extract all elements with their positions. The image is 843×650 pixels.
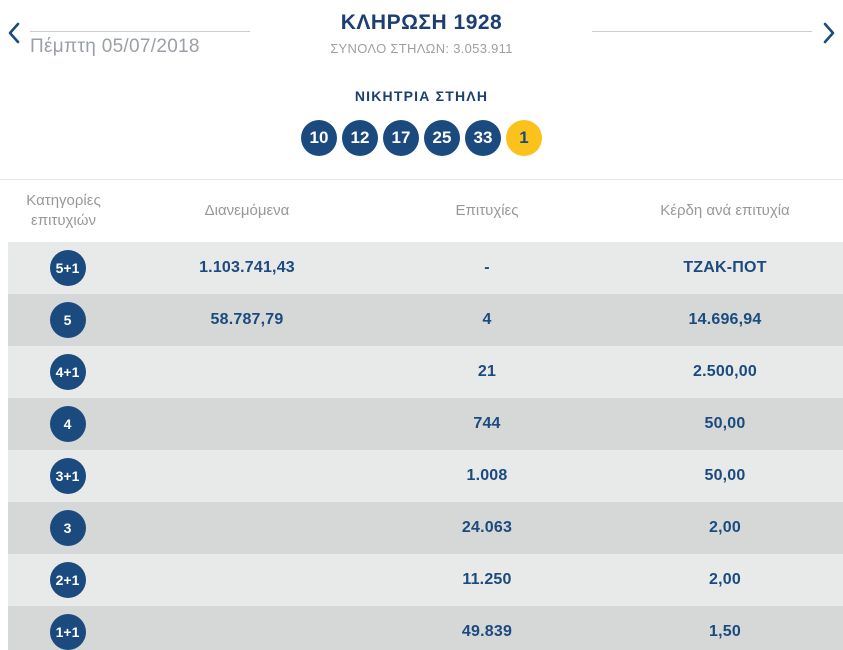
- distributed-value: 1.103.741,43: [199, 259, 295, 276]
- category-label: 4: [63, 416, 72, 432]
- ball-number: 1: [519, 128, 529, 147]
- category-label: 2+1: [55, 572, 80, 588]
- column-header-prize: Κέρδη ανά επιτυχία: [660, 201, 790, 219]
- winning-number-ball: 25: [424, 120, 460, 156]
- winning-number-ball: 33: [465, 120, 501, 156]
- winners-value: 21: [477, 363, 497, 380]
- prize-value: 1,50: [709, 623, 741, 640]
- winners-value: 49.839: [461, 623, 513, 640]
- next-draw-button[interactable]: [818, 21, 840, 45]
- table-row: 3+1 1.008 50,00: [8, 450, 843, 502]
- prize-value: 14.696,94: [688, 311, 762, 328]
- category-label: 4+1: [55, 364, 80, 380]
- winning-column-section: ΝΙΚΗΤΡΙΑ ΣΤΗΛΗ 10 12 17 25 33 1: [0, 70, 843, 156]
- category-cell: 5: [8, 302, 127, 338]
- table-row: 4 744 50,00: [8, 398, 843, 450]
- prize-value: ΤΖΑΚ-ΠΟΤ: [683, 259, 767, 276]
- category-label: 3+1: [55, 468, 80, 484]
- category-cell: 3: [8, 510, 127, 546]
- prize-value: 2,00: [709, 519, 741, 536]
- prize-table: Κατηγορίες επιτυχιών Διανεμόμενα Επιτυχί…: [0, 179, 843, 650]
- joker-draw-results-page: Πέμπτη 05/07/2018 ΚΛΗΡΩΣΗ 1928 ΣΥΝΟΛΟ ΣΤ…: [0, 0, 843, 650]
- bonus-number-ball: 1: [506, 120, 542, 156]
- category-cell: 4+1: [8, 354, 127, 390]
- winners-value: 24.063: [461, 519, 513, 536]
- prize-value: 50,00: [704, 467, 746, 484]
- winning-number-ball: 12: [342, 120, 378, 156]
- winners-value: 1.008: [466, 467, 508, 484]
- draw-title: ΚΛΗΡΩΣΗ 1928: [340, 11, 503, 34]
- category-label: 1+1: [55, 624, 80, 640]
- chevron-right-icon: [823, 22, 835, 44]
- draw-header-center: ΚΛΗΡΩΣΗ 1928 ΣΥΝΟΛΟ ΣΤΗΛΩΝ: 3.053.911: [0, 11, 843, 56]
- table-row: 4+1 21 2.500,00: [8, 346, 843, 398]
- winners-value: 744: [473, 415, 501, 432]
- winning-column-title: ΝΙΚΗΤΡΙΑ ΣΤΗΛΗ: [354, 88, 489, 104]
- prize-table-body: 5+1 1.103.741,43 - ΤΖΑΚ-ΠΟΤ 5 58.787,79 …: [0, 242, 843, 650]
- table-row: 1+1 49.839 1,50: [8, 606, 843, 650]
- winners-value: -: [484, 259, 490, 276]
- winning-numbers: 10 12 17 25 33 1: [0, 120, 843, 156]
- category-badge: 2+1: [49, 562, 86, 598]
- ball-number: 10: [309, 128, 329, 147]
- category-label: 3: [63, 520, 72, 536]
- table-row: 3 24.063 2,00: [8, 502, 843, 554]
- category-cell: 3+1: [8, 458, 127, 494]
- ball-number: 12: [350, 128, 370, 147]
- table-row: 5 58.787,79 4 14.696,94: [8, 294, 843, 346]
- column-header-categories: Κατηγορίες επιτυχιών: [26, 191, 101, 229]
- category-cell: 5+1: [8, 250, 127, 286]
- category-label: 5: [63, 312, 72, 328]
- winners-value: 4: [482, 311, 492, 328]
- category-cell: 1+1: [8, 614, 127, 650]
- prize-value: 2,00: [709, 571, 741, 588]
- ball-number: 33: [473, 128, 493, 147]
- category-cell: 2+1: [8, 562, 127, 598]
- category-label: 5+1: [55, 260, 80, 276]
- prize-value: 2.500,00: [693, 363, 757, 380]
- category-badge: 5: [49, 302, 86, 338]
- column-header-distributed: Διανεμόμενα: [204, 201, 290, 219]
- ball-number: 25: [432, 128, 452, 147]
- table-row: 5+1 1.103.741,43 - ΤΖΑΚ-ΠΟΤ: [8, 242, 843, 294]
- category-cell: 4: [8, 406, 127, 442]
- table-row: 2+1 11.250 2,00: [8, 554, 843, 606]
- draw-header: Πέμπτη 05/07/2018 ΚΛΗΡΩΣΗ 1928 ΣΥΝΟΛΟ ΣΤ…: [0, 0, 843, 70]
- total-columns-label: ΣΥΝΟΛΟ ΣΤΗΛΩΝ: 3.053.911: [330, 41, 513, 56]
- prize-table-header: Κατηγορίες επιτυχιών Διανεμόμενα Επιτυχί…: [0, 180, 843, 242]
- category-badge: 3+1: [49, 458, 86, 494]
- winning-number-ball: 17: [383, 120, 419, 156]
- ball-number: 17: [391, 128, 411, 147]
- category-badge: 4: [49, 406, 86, 442]
- distributed-value: 58.787,79: [210, 311, 284, 328]
- winners-value: 11.250: [462, 571, 512, 588]
- category-badge: 4+1: [49, 354, 86, 390]
- winning-number-ball: 10: [301, 120, 337, 156]
- category-badge: 1+1: [49, 614, 86, 650]
- category-badge: 3: [49, 510, 86, 546]
- category-badge: 5+1: [49, 250, 86, 286]
- column-header-winners: Επιτυχίες: [455, 201, 519, 219]
- prize-value: 50,00: [704, 415, 746, 432]
